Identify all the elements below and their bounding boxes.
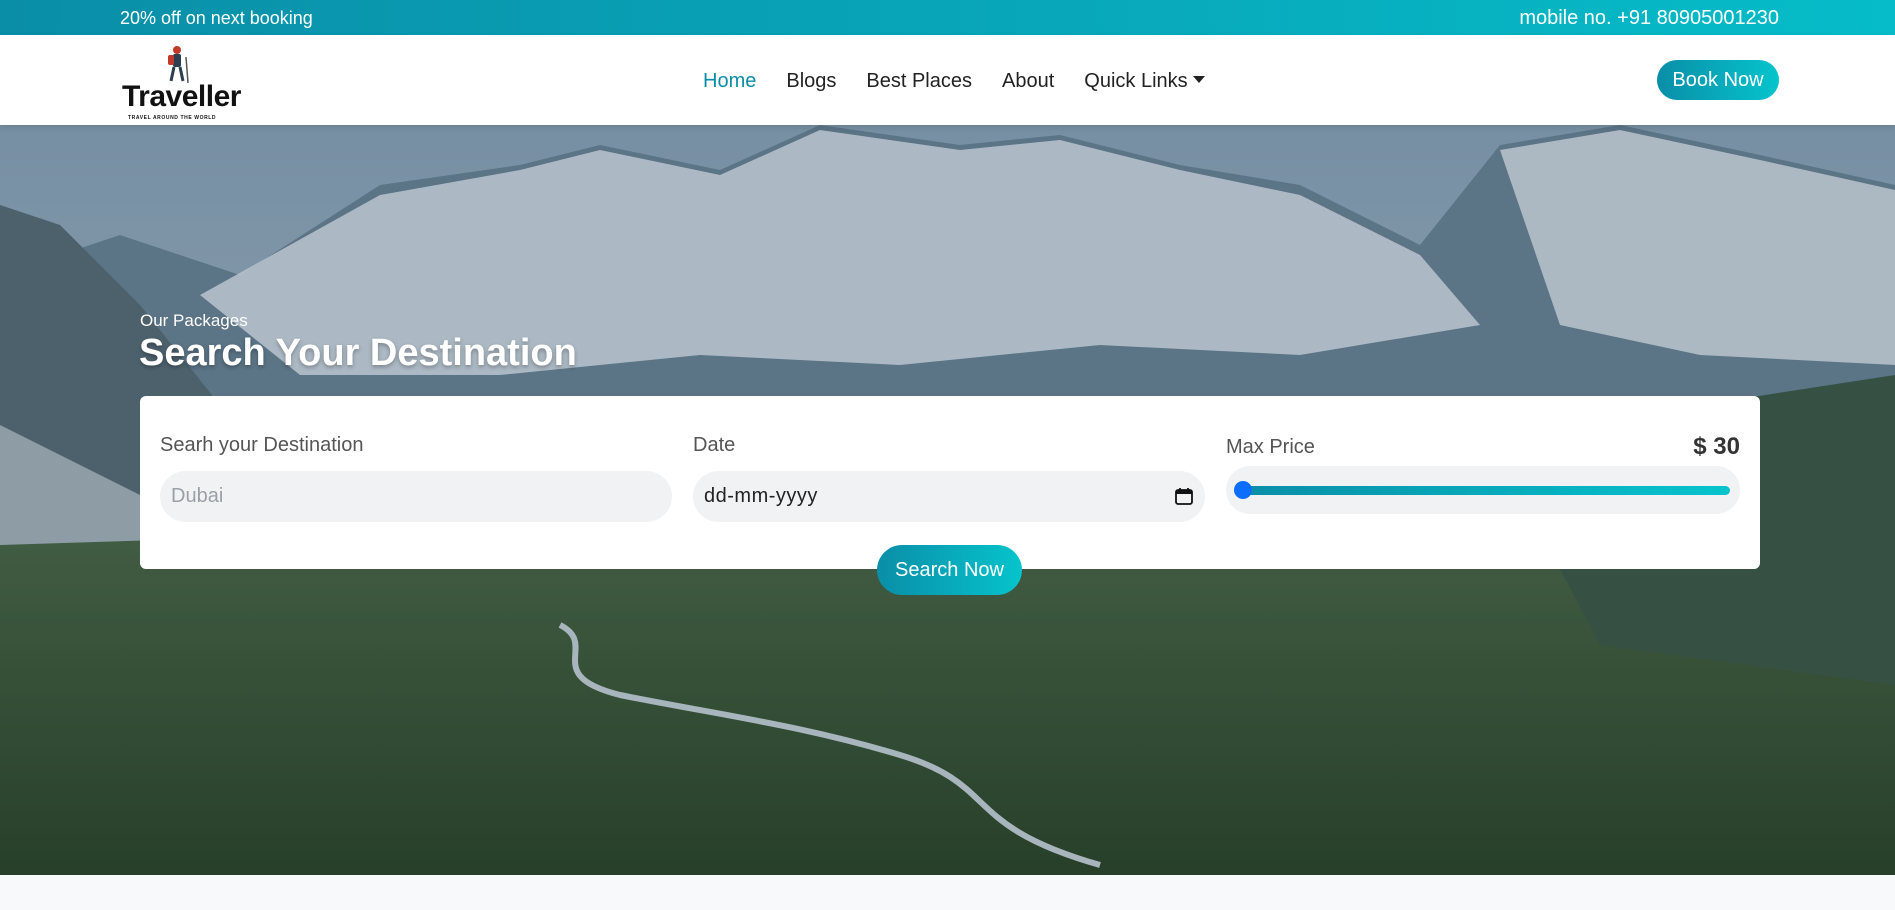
hero-title: Search Your Destination bbox=[139, 332, 577, 374]
hiker-icon bbox=[168, 46, 189, 84]
search-now-button[interactable]: Search Now bbox=[877, 545, 1022, 595]
nav-quick-links-label: Quick Links bbox=[1084, 70, 1188, 92]
logo-tagline: TRAVEL AROUND THE WORLD bbox=[128, 115, 217, 121]
nav-best-places[interactable]: Best Places bbox=[866, 70, 972, 93]
search-card: Searh your Destination Dubai Date dd-mm-… bbox=[140, 396, 1760, 569]
promo-text: 20% off on next booking bbox=[120, 8, 313, 28]
destination-input[interactable]: Dubai bbox=[160, 471, 672, 522]
date-input[interactable]: dd-mm-yyyy bbox=[693, 471, 1205, 522]
price-slider-thumb[interactable] bbox=[1234, 481, 1252, 499]
main-nav: Home Blogs Best Places About Quick Links bbox=[703, 70, 1235, 93]
price-slider-track[interactable] bbox=[1240, 486, 1730, 495]
hero-subtitle: Our Packages bbox=[140, 311, 248, 330]
logo-brand: Traveller bbox=[122, 80, 241, 113]
book-now-button[interactable]: Book Now bbox=[1657, 60, 1779, 100]
contact-number: mobile no. +91 80905001230 bbox=[1519, 7, 1779, 29]
calendar-icon[interactable] bbox=[1175, 487, 1193, 505]
date-label: Date bbox=[693, 434, 736, 456]
destination-label: Searh your Destination bbox=[160, 434, 364, 456]
navbar: Traveller TRAVEL AROUND THE WORLD Home B… bbox=[0, 35, 1895, 125]
price-slider[interactable] bbox=[1226, 466, 1740, 514]
logo[interactable]: Traveller TRAVEL AROUND THE WORLD bbox=[122, 45, 247, 121]
promo-bar: 20% off on next booking mobile no. +91 8… bbox=[0, 0, 1895, 35]
max-price-value: $ 30 bbox=[1693, 433, 1740, 460]
max-price-label: Max Price bbox=[1226, 436, 1315, 458]
date-value: dd-mm-yyyy bbox=[704, 485, 818, 507]
nav-home[interactable]: Home bbox=[703, 70, 756, 93]
nav-about[interactable]: About bbox=[1002, 70, 1054, 93]
caret-down-icon bbox=[1192, 76, 1205, 84]
nav-quick-links[interactable]: Quick Links bbox=[1084, 70, 1205, 93]
nav-blogs[interactable]: Blogs bbox=[786, 70, 836, 93]
